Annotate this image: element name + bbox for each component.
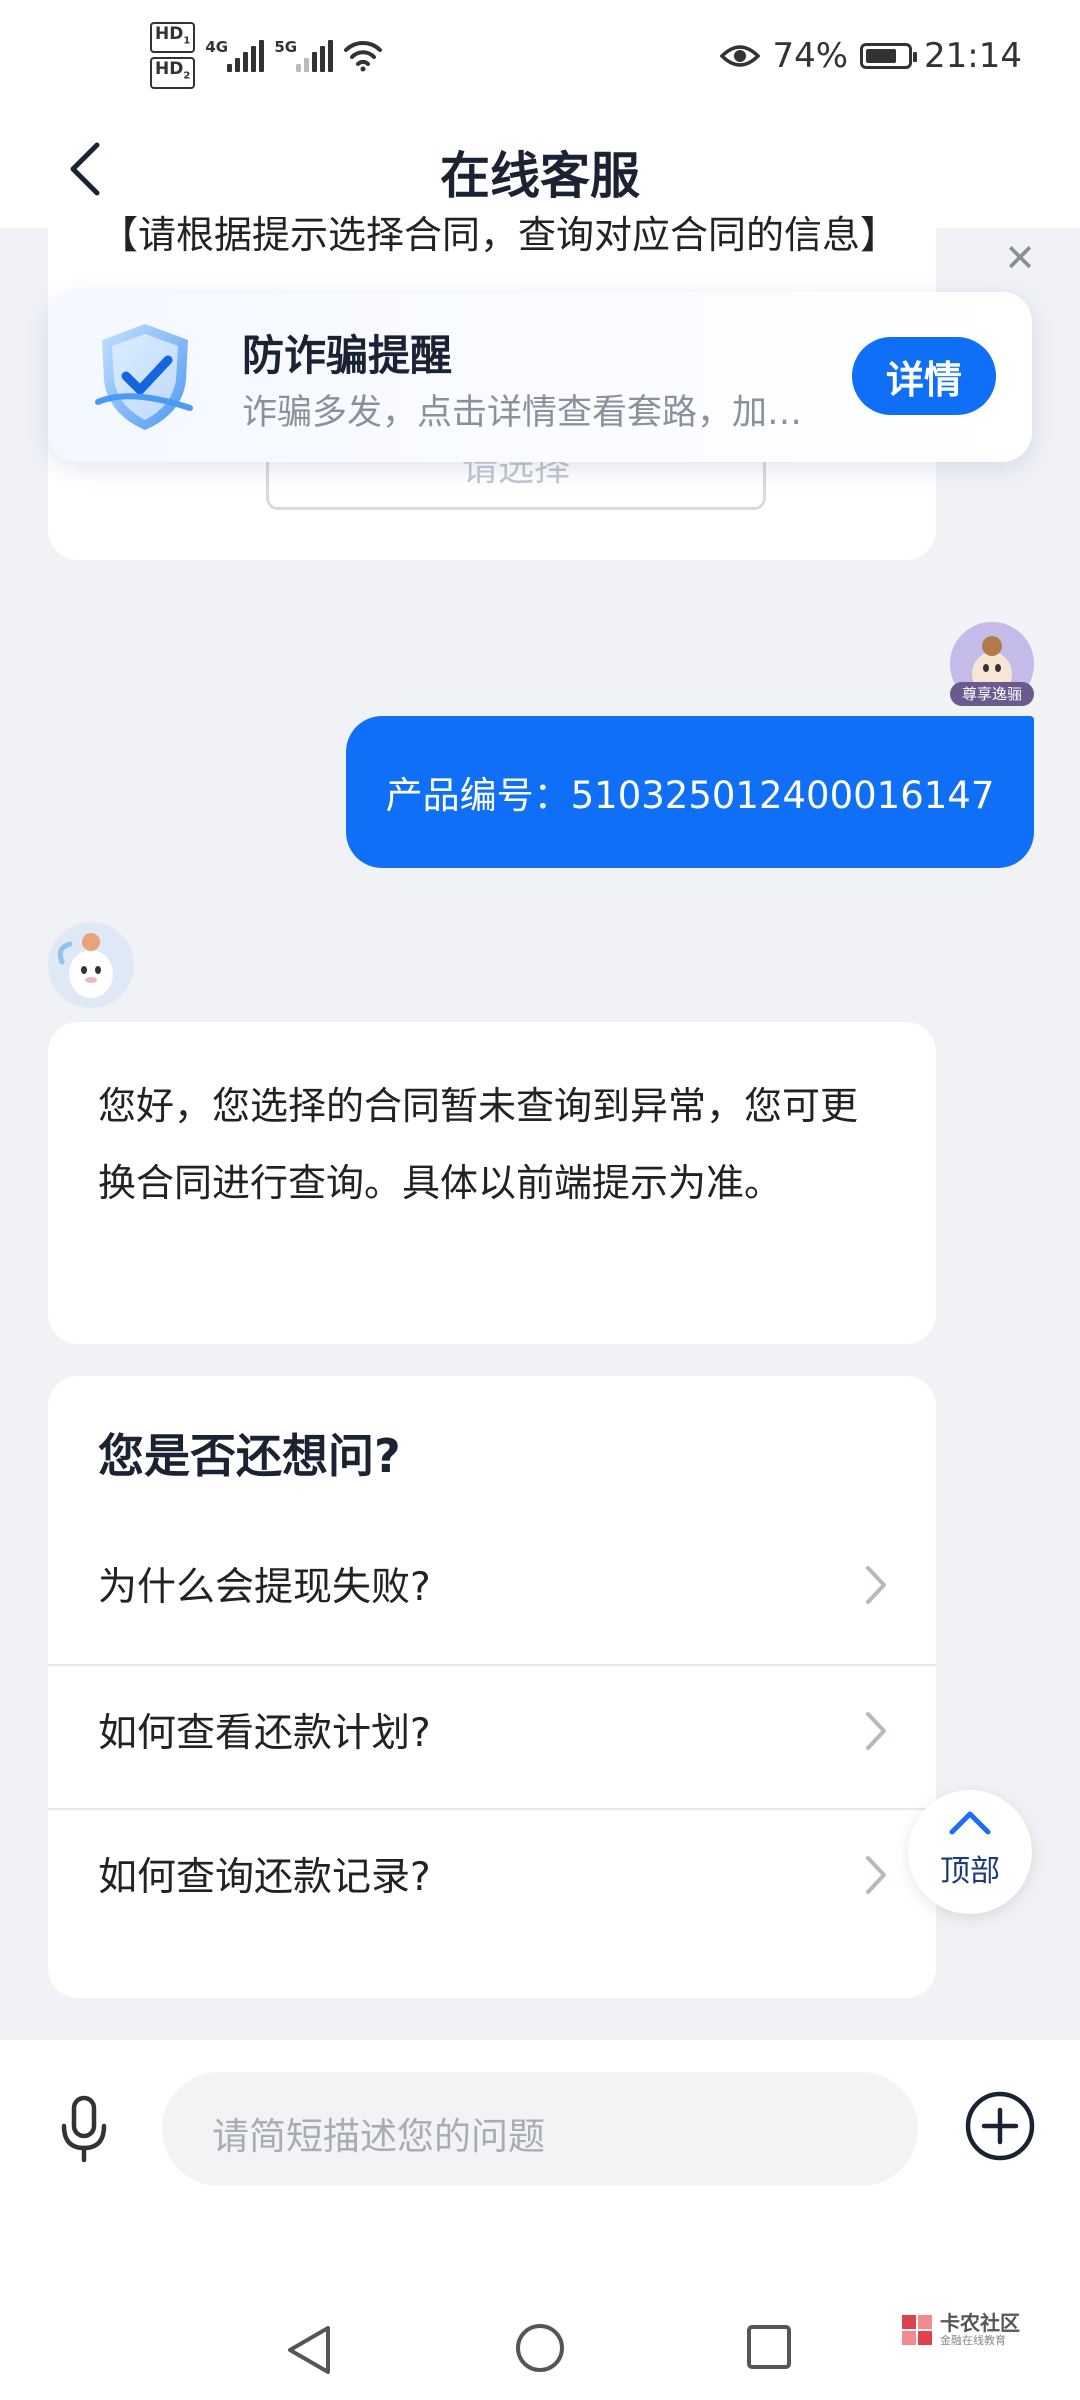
battery-icon [860,43,918,69]
chevron-right-icon [866,1856,886,1894]
wifi-icon [344,41,383,72]
microphone-icon[interactable] [56,2094,112,2164]
system-nav-bar: 卡农社区 金融在线教育 [0,2220,1080,2400]
status-bar: HD1 HD2 4G 5G 74% 21:14 [0,0,1080,112]
plus-icon[interactable] [964,2090,1036,2162]
status-right: 74% 21:14 [720,36,1022,76]
chevron-right-icon [866,1566,886,1604]
fraud-detail-button[interactable]: 详情 [852,337,996,415]
anti-fraud-banner[interactable]: 防诈骗提醒 诈骗多发，点击详情查看套路，加强防范意识 详情 [48,292,1032,462]
hd1-icon: HD1 [150,22,196,54]
faq-item[interactable]: 如何查询还款记录? [48,1802,936,1946]
message-input[interactable]: 请简短描述您的问题 [162,2072,918,2186]
chevron-up-icon [949,1811,991,1835]
battery-percent: 74% [772,36,849,76]
faq-item[interactable]: 如何查看还款计划? [48,1658,936,1802]
nav-back-icon[interactable] [284,2322,334,2378]
hd2-icon: HD2 [150,57,196,89]
scroll-top-label: 顶部 [940,1854,1000,1889]
watermark-main: 卡农社区 [940,2311,1020,2335]
faq-title: 您是否还想问? [98,1429,401,1483]
hd-indicators: HD1 HD2 [150,22,196,89]
clock: 21:14 [924,36,1022,76]
eye-icon [720,45,761,67]
watermark-logo-icon [902,2315,932,2345]
page-title: 在线客服 [440,147,640,205]
shield-check-icon [95,324,193,430]
fraud-description: 诈骗多发，点击详情查看套路，加强防范意识 [242,393,822,433]
signal-5g-icon: 5G [274,38,334,73]
nav-recent-icon[interactable] [746,2324,792,2370]
signal-4g-icon: 4G [205,38,265,73]
faq-item[interactable]: 为什么会提现失败? [48,1512,936,1656]
bot-message-bubble: 您好，您选择的合同暂未查询到异常，您可更换合同进行查询。具体以前端提示为准。 [48,1022,936,1344]
user-message-bubble: 产品编号：510325012400016147 [346,716,1034,868]
scroll-top-button[interactable]: 顶部 [908,1790,1032,1914]
net1-label: 4G [205,38,229,57]
chevron-right-icon [866,1712,886,1750]
nav-home-icon[interactable] [514,2322,566,2374]
faq-item-label: 如何查看还款计划? [98,1711,431,1756]
watermark: 卡农社区 金融在线教育 [900,2312,1020,2348]
message-input-placeholder: 请简短描述您的问题 [212,2115,545,2158]
battery-fill [866,49,897,63]
bot-message-text: 您好，您选择的合同暂未查询到异常，您可更换合同进行查询。具体以前端提示为准。 [98,1084,859,1205]
fraud-title: 防诈骗提醒 [242,331,453,380]
close-icon[interactable]: ✕ [998,236,1042,280]
faq-item-label: 如何查询还款记录? [98,1855,431,1900]
bot-avatar [48,922,134,1008]
user-avatar-tag: 尊享逸骊 [950,682,1034,706]
faq-card: 您是否还想问? 为什么会提现失败? 如何查看还款计划? 如何查询还款记录? [48,1376,936,1998]
input-bar: 请简短描述您的问题 [0,2040,1080,2220]
net2-label: 5G [274,38,298,57]
faq-item-label: 为什么会提现失败? [98,1565,431,1610]
bot-avatar-image [48,922,134,1008]
watermark-sub: 金融在线教育 [940,2334,1006,2347]
status-left: HD1 HD2 4G 5G [150,22,383,89]
user-message-text: 产品编号：510325012400016147 [385,774,995,817]
contract-select-hint: 【请根据提示选择合同，查询对应合同的信息】 [100,213,899,257]
